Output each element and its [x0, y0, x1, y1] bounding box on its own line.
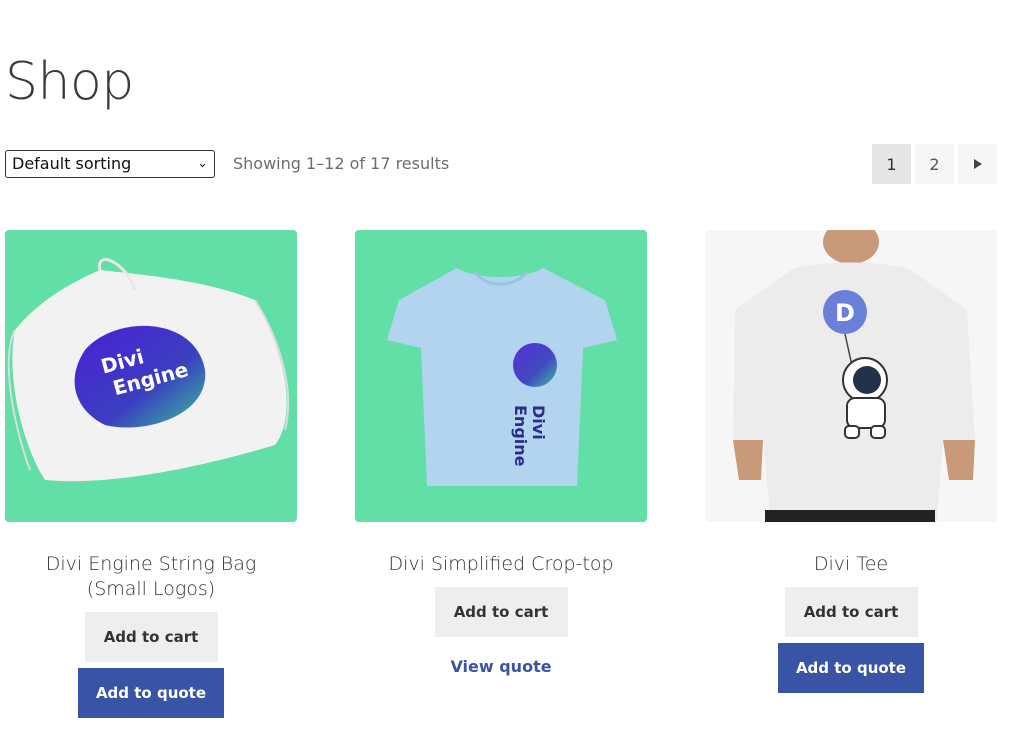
product-title[interactable]: Divi Engine String Bag (Small Logos) — [5, 552, 297, 602]
product-card: D Divi Tee Add to cart Add to quote — [705, 230, 997, 693]
arrow-right-icon — [973, 159, 982, 169]
product-card: Divi Engine Divi Simplified Crop-top Add… — [355, 230, 647, 676]
add-to-quote-button[interactable]: Add to quote — [778, 643, 924, 693]
page-title: Shop — [5, 52, 134, 112]
balloon-letter: D — [835, 299, 855, 327]
astronaut-tshirt-image[interactable]: D — [705, 230, 997, 522]
add-to-cart-button[interactable]: Add to cart — [784, 587, 918, 637]
drawstring-bag-image[interactable]: Divi Engine — [5, 230, 297, 522]
shirt-logo-line2: Engine — [511, 405, 530, 467]
view-quote-link[interactable]: View quote — [355, 657, 647, 676]
product-title[interactable]: Divi Tee — [705, 552, 997, 577]
sorting-select[interactable]: Default sorting ⌄ — [5, 150, 215, 178]
sorting-select-value: Default sorting — [12, 154, 132, 173]
chevron-down-icon: ⌄ — [197, 156, 208, 171]
product-card: Divi Engine Divi Engine String Bag (Smal… — [5, 230, 297, 718]
shirt-logo-line1: Divi — [529, 405, 548, 440]
pagination: 1 2 — [872, 144, 997, 184]
page-1-button[interactable]: 1 — [872, 144, 911, 184]
add-to-cart-button[interactable]: Add to cart — [84, 612, 218, 662]
blue-tshirt-image[interactable]: Divi Engine — [355, 230, 647, 522]
next-page-button[interactable] — [958, 144, 997, 184]
result-count: Showing 1–12 of 17 results — [233, 154, 450, 173]
add-to-cart-button[interactable]: Add to cart — [434, 587, 568, 637]
product-title[interactable]: Divi Simplified Crop-top — [355, 552, 647, 577]
page-2-button[interactable]: 2 — [915, 144, 954, 184]
add-to-quote-button[interactable]: Add to quote — [78, 668, 224, 718]
shop-toolbar: Default sorting ⌄ Showing 1–12 of 17 res… — [5, 144, 997, 184]
